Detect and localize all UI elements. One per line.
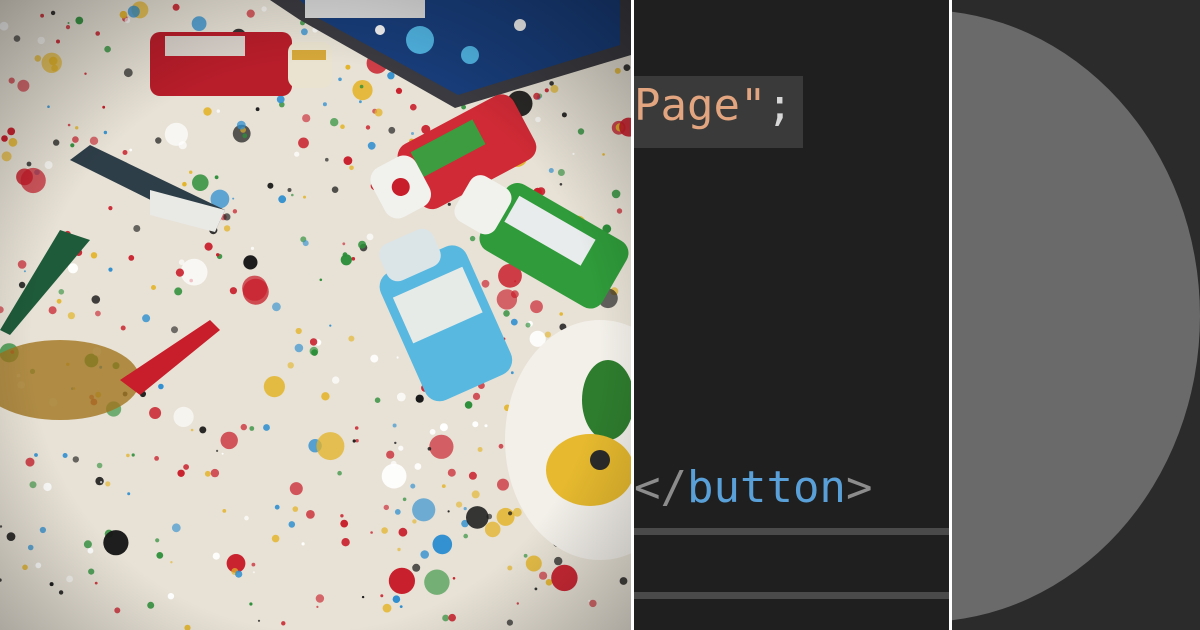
code-semicolon: ; <box>766 80 793 131</box>
code-tag-name: button <box>686 462 846 513</box>
code-editor-crop: Page"; </button> <box>634 0 949 630</box>
code-line-page-string: Page"; <box>634 76 803 148</box>
code-close-bracket: > <box>845 462 873 513</box>
large-circle <box>952 10 1200 622</box>
code-open-bracket: </ <box>634 462 687 513</box>
code-divider <box>634 528 949 535</box>
paint-scene <box>0 0 631 630</box>
code-string-token: Page" <box>634 80 767 131</box>
photo-vignette <box>0 0 631 630</box>
paint-photo <box>0 0 631 630</box>
code-line-button-close: </button> <box>634 458 872 518</box>
code-divider <box>634 592 949 599</box>
circle-graphic-panel <box>952 0 1200 630</box>
